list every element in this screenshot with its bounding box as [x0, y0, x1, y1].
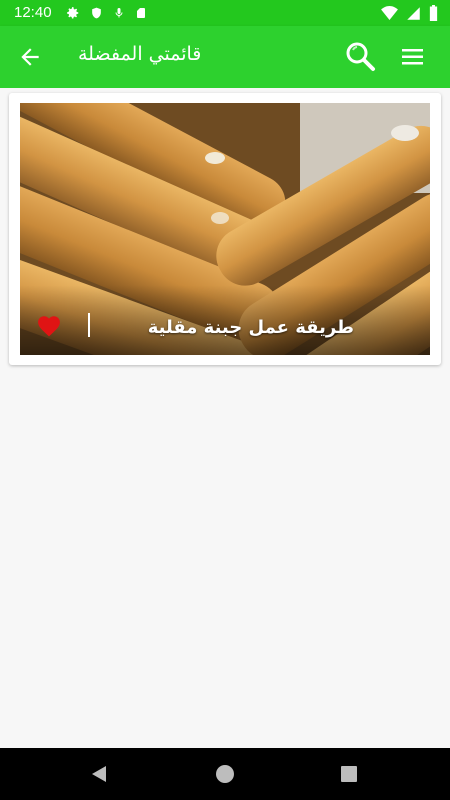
search-icon [346, 42, 375, 71]
status-icons-right [381, 5, 438, 21]
arrow-back-icon [21, 48, 39, 66]
shield-icon [92, 7, 101, 19]
nav-home-icon[interactable] [216, 765, 234, 783]
status-time: 12:40 [14, 4, 52, 21]
system-nav-bar [0, 748, 450, 800]
back-button[interactable] [16, 44, 44, 70]
battery-icon [429, 5, 438, 21]
card-title-overlay: طريقة عمل جبنة مقلية [20, 285, 430, 355]
menu-button[interactable] [400, 46, 426, 68]
mic-icon [115, 8, 123, 18]
search-button[interactable] [344, 40, 376, 72]
wifi-icon [381, 6, 398, 20]
nav-back-icon [92, 766, 106, 782]
favorite-button[interactable] [35, 313, 63, 337]
app-bar: قائمتي المفضلة [0, 26, 450, 88]
status-icons-left [66, 5, 147, 21]
gear-icon [67, 7, 79, 19]
status-bar: 12:40 [0, 0, 450, 26]
nav-recents-icon[interactable] [341, 766, 357, 782]
nav-back-button[interactable] [90, 765, 108, 787]
page-title: قائمتي المفضلة [78, 43, 202, 65]
divider [88, 313, 90, 337]
recipe-image: طريقة عمل جبنة مقلية [20, 103, 430, 355]
heart-icon [38, 316, 60, 337]
recipe-card[interactable]: طريقة عمل جبنة مقلية [9, 93, 441, 365]
favorites-list: طريقة عمل جبنة مقلية [0, 88, 450, 748]
recipe-title: طريقة عمل جبنة مقلية [147, 317, 354, 338]
sd-card-icon [137, 8, 145, 18]
signal-icon [407, 6, 420, 20]
menu-icon [402, 49, 423, 65]
